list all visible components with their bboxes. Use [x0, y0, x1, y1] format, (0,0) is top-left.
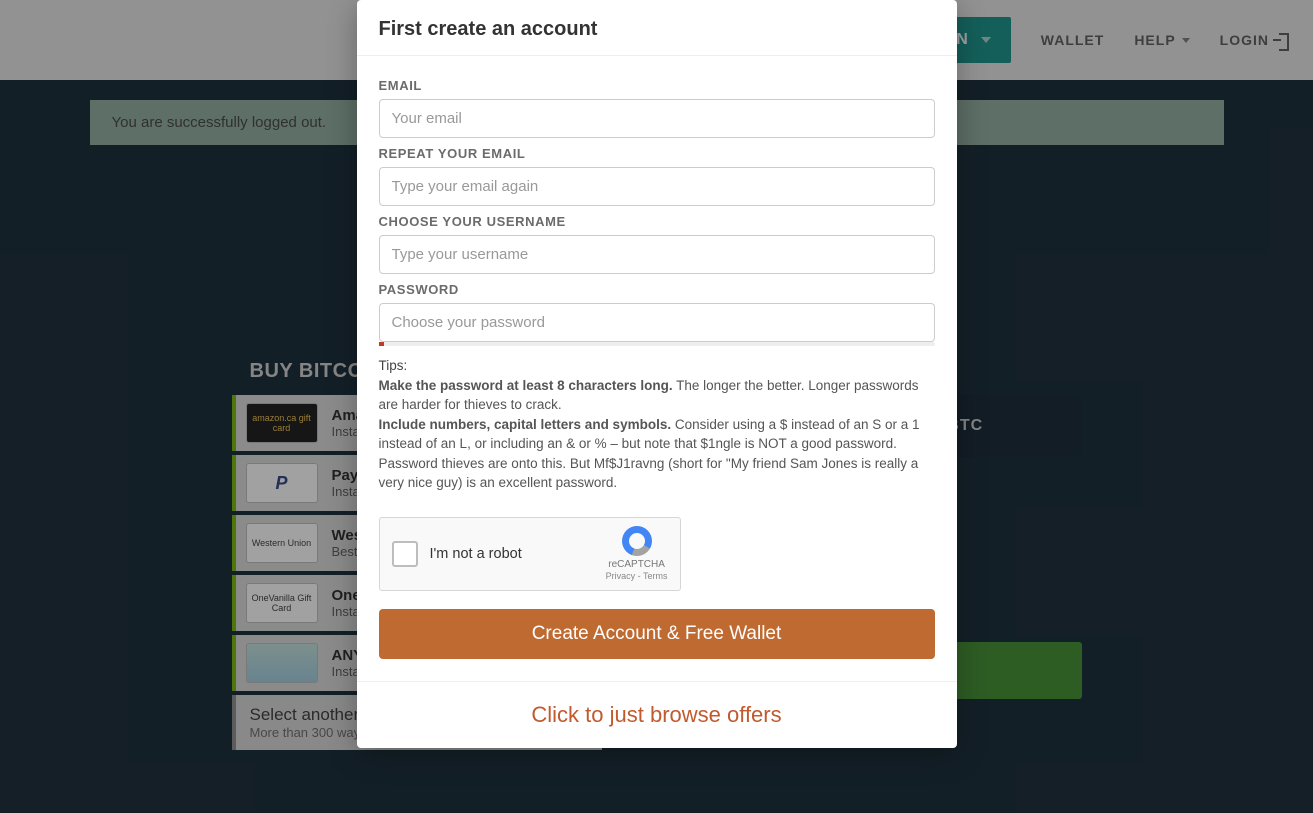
password-strength-bar	[379, 342, 935, 346]
create-account-button[interactable]: Create Account & Free Wallet	[379, 609, 935, 659]
repeat-email-input[interactable]	[379, 167, 935, 206]
tip2-strong: Include numbers, capital letters and sym…	[379, 417, 672, 432]
password-label: PASSWORD	[379, 282, 935, 297]
modal-title: First create an account	[357, 0, 957, 56]
browse-offers-link[interactable]: Click to just browse offers	[531, 702, 781, 727]
email-input[interactable]	[379, 99, 935, 138]
modal-footer: Click to just browse offers	[357, 681, 957, 748]
tips-header: Tips:	[379, 358, 408, 373]
repeat-email-label: REPEAT YOUR EMAIL	[379, 146, 935, 161]
email-label: EMAIL	[379, 78, 935, 93]
recaptcha-privacy-terms[interactable]: Privacy - Terms	[606, 571, 668, 583]
create-account-modal: First create an account EMAIL REPEAT YOU…	[357, 0, 957, 748]
recaptcha-brand: reCAPTCHA	[606, 558, 668, 571]
username-input[interactable]	[379, 235, 935, 274]
recaptcha-logo: reCAPTCHA Privacy - Terms	[606, 526, 668, 583]
password-input[interactable]	[379, 303, 935, 342]
modal-body: EMAIL REPEAT YOUR EMAIL CHOOSE YOUR USER…	[357, 56, 957, 681]
password-tips: Tips: Make the password at least 8 chara…	[379, 356, 935, 493]
recaptcha-text: I'm not a robot	[430, 546, 522, 562]
recaptcha-checkbox[interactable]	[392, 541, 418, 567]
username-label: CHOOSE YOUR USERNAME	[379, 214, 935, 229]
recaptcha-widget: I'm not a robot reCAPTCHA Privacy - Term…	[379, 517, 681, 591]
tip1-strong: Make the password at least 8 characters …	[379, 378, 673, 393]
recaptcha-icon	[622, 526, 652, 556]
